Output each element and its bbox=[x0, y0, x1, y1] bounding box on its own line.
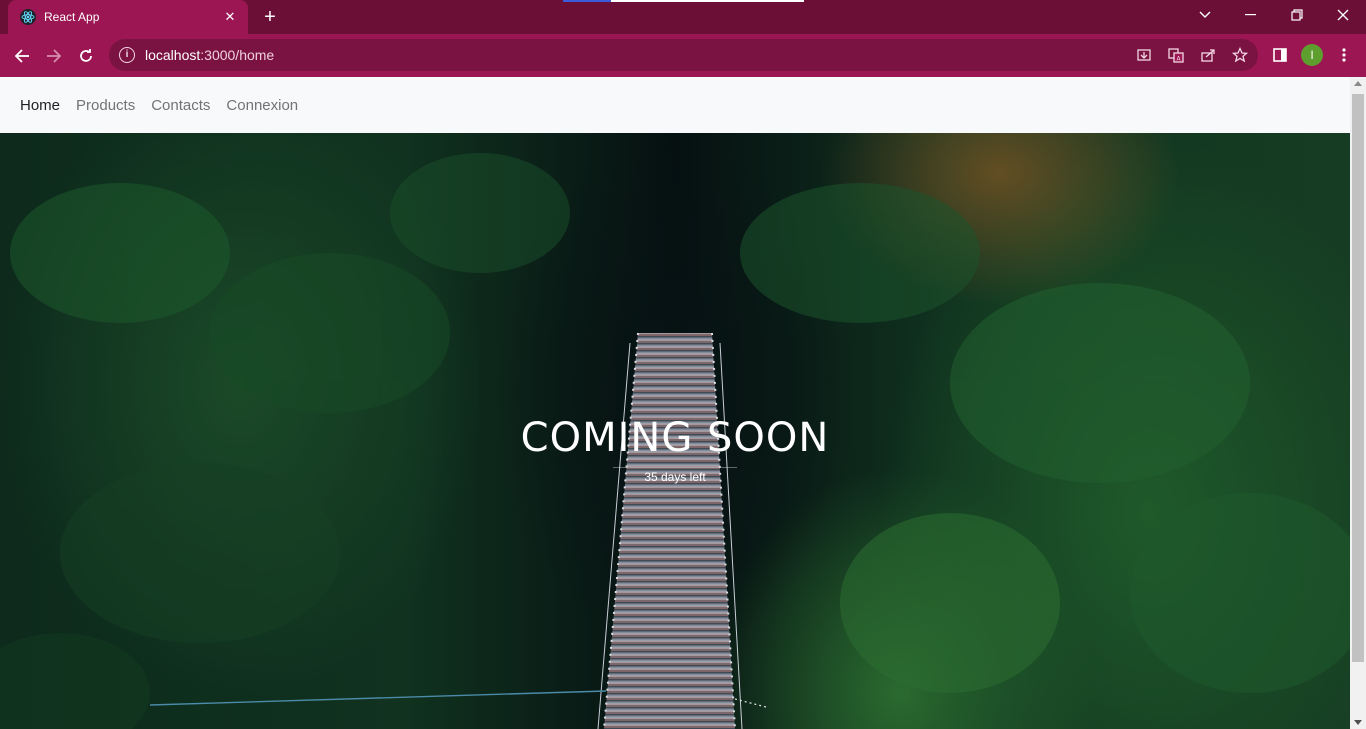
countdown-text: 35 days left bbox=[644, 470, 706, 484]
nav-link-contacts[interactable]: Contacts bbox=[151, 97, 210, 114]
restore-icon[interactable] bbox=[1274, 0, 1320, 30]
url-text[interactable]: localhost:3000/home bbox=[145, 47, 274, 63]
nav-link-products[interactable]: Products bbox=[76, 97, 135, 114]
nav-link-connexion[interactable]: Connexion bbox=[226, 97, 298, 114]
tab-react-app[interactable]: React App ✕ bbox=[8, 0, 248, 34]
react-icon bbox=[20, 9, 36, 25]
star-icon[interactable] bbox=[1229, 44, 1251, 66]
url-host: localhost bbox=[145, 47, 201, 63]
scroll-up-icon[interactable] bbox=[1354, 81, 1362, 86]
reload-icon[interactable] bbox=[72, 42, 100, 70]
translate-icon[interactable]: A bbox=[1165, 44, 1187, 66]
page-scrollbar[interactable] bbox=[1350, 77, 1366, 729]
kebab-menu-icon[interactable] bbox=[1333, 44, 1355, 66]
hero-content: COMING SOON 35 days left bbox=[0, 415, 1350, 484]
site-navbar: Home Products Contacts Connexion bbox=[0, 77, 1350, 133]
share-icon[interactable] bbox=[1197, 44, 1219, 66]
hero-title: COMING SOON bbox=[520, 415, 830, 461]
tab-title: React App bbox=[44, 10, 100, 24]
scroll-down-icon[interactable] bbox=[1354, 720, 1362, 725]
plus-icon[interactable]: + bbox=[260, 6, 280, 28]
back-arrow-icon[interactable] bbox=[8, 42, 36, 70]
tab-search-icon[interactable] bbox=[1182, 0, 1228, 30]
minimize-icon[interactable] bbox=[1228, 0, 1274, 30]
forward-arrow-icon[interactable] bbox=[40, 42, 68, 70]
browser-toolbar: i localhost:3000/home A I bbox=[0, 34, 1366, 77]
tab-strip-highlight bbox=[563, 0, 804, 2]
hero-banner: COMING SOON 35 days left bbox=[0, 133, 1350, 729]
nav-link-home[interactable]: Home bbox=[20, 97, 60, 114]
close-icon[interactable]: ✕ bbox=[222, 9, 238, 25]
address-bar[interactable]: i localhost:3000/home bbox=[109, 39, 1258, 71]
side-panel-icon[interactable] bbox=[1269, 44, 1291, 66]
scrollbar-thumb[interactable] bbox=[1352, 94, 1364, 662]
url-path: :3000/home bbox=[200, 47, 275, 63]
profile-avatar[interactable]: I bbox=[1301, 44, 1323, 66]
install-icon[interactable] bbox=[1133, 44, 1155, 66]
web-page: Home Products Contacts Connexion COMING … bbox=[0, 77, 1350, 729]
tab-strip: React App ✕ + bbox=[0, 0, 1366, 34]
info-icon[interactable]: i bbox=[119, 47, 135, 63]
window-close-icon[interactable] bbox=[1320, 0, 1366, 30]
hero-divider bbox=[613, 467, 737, 468]
